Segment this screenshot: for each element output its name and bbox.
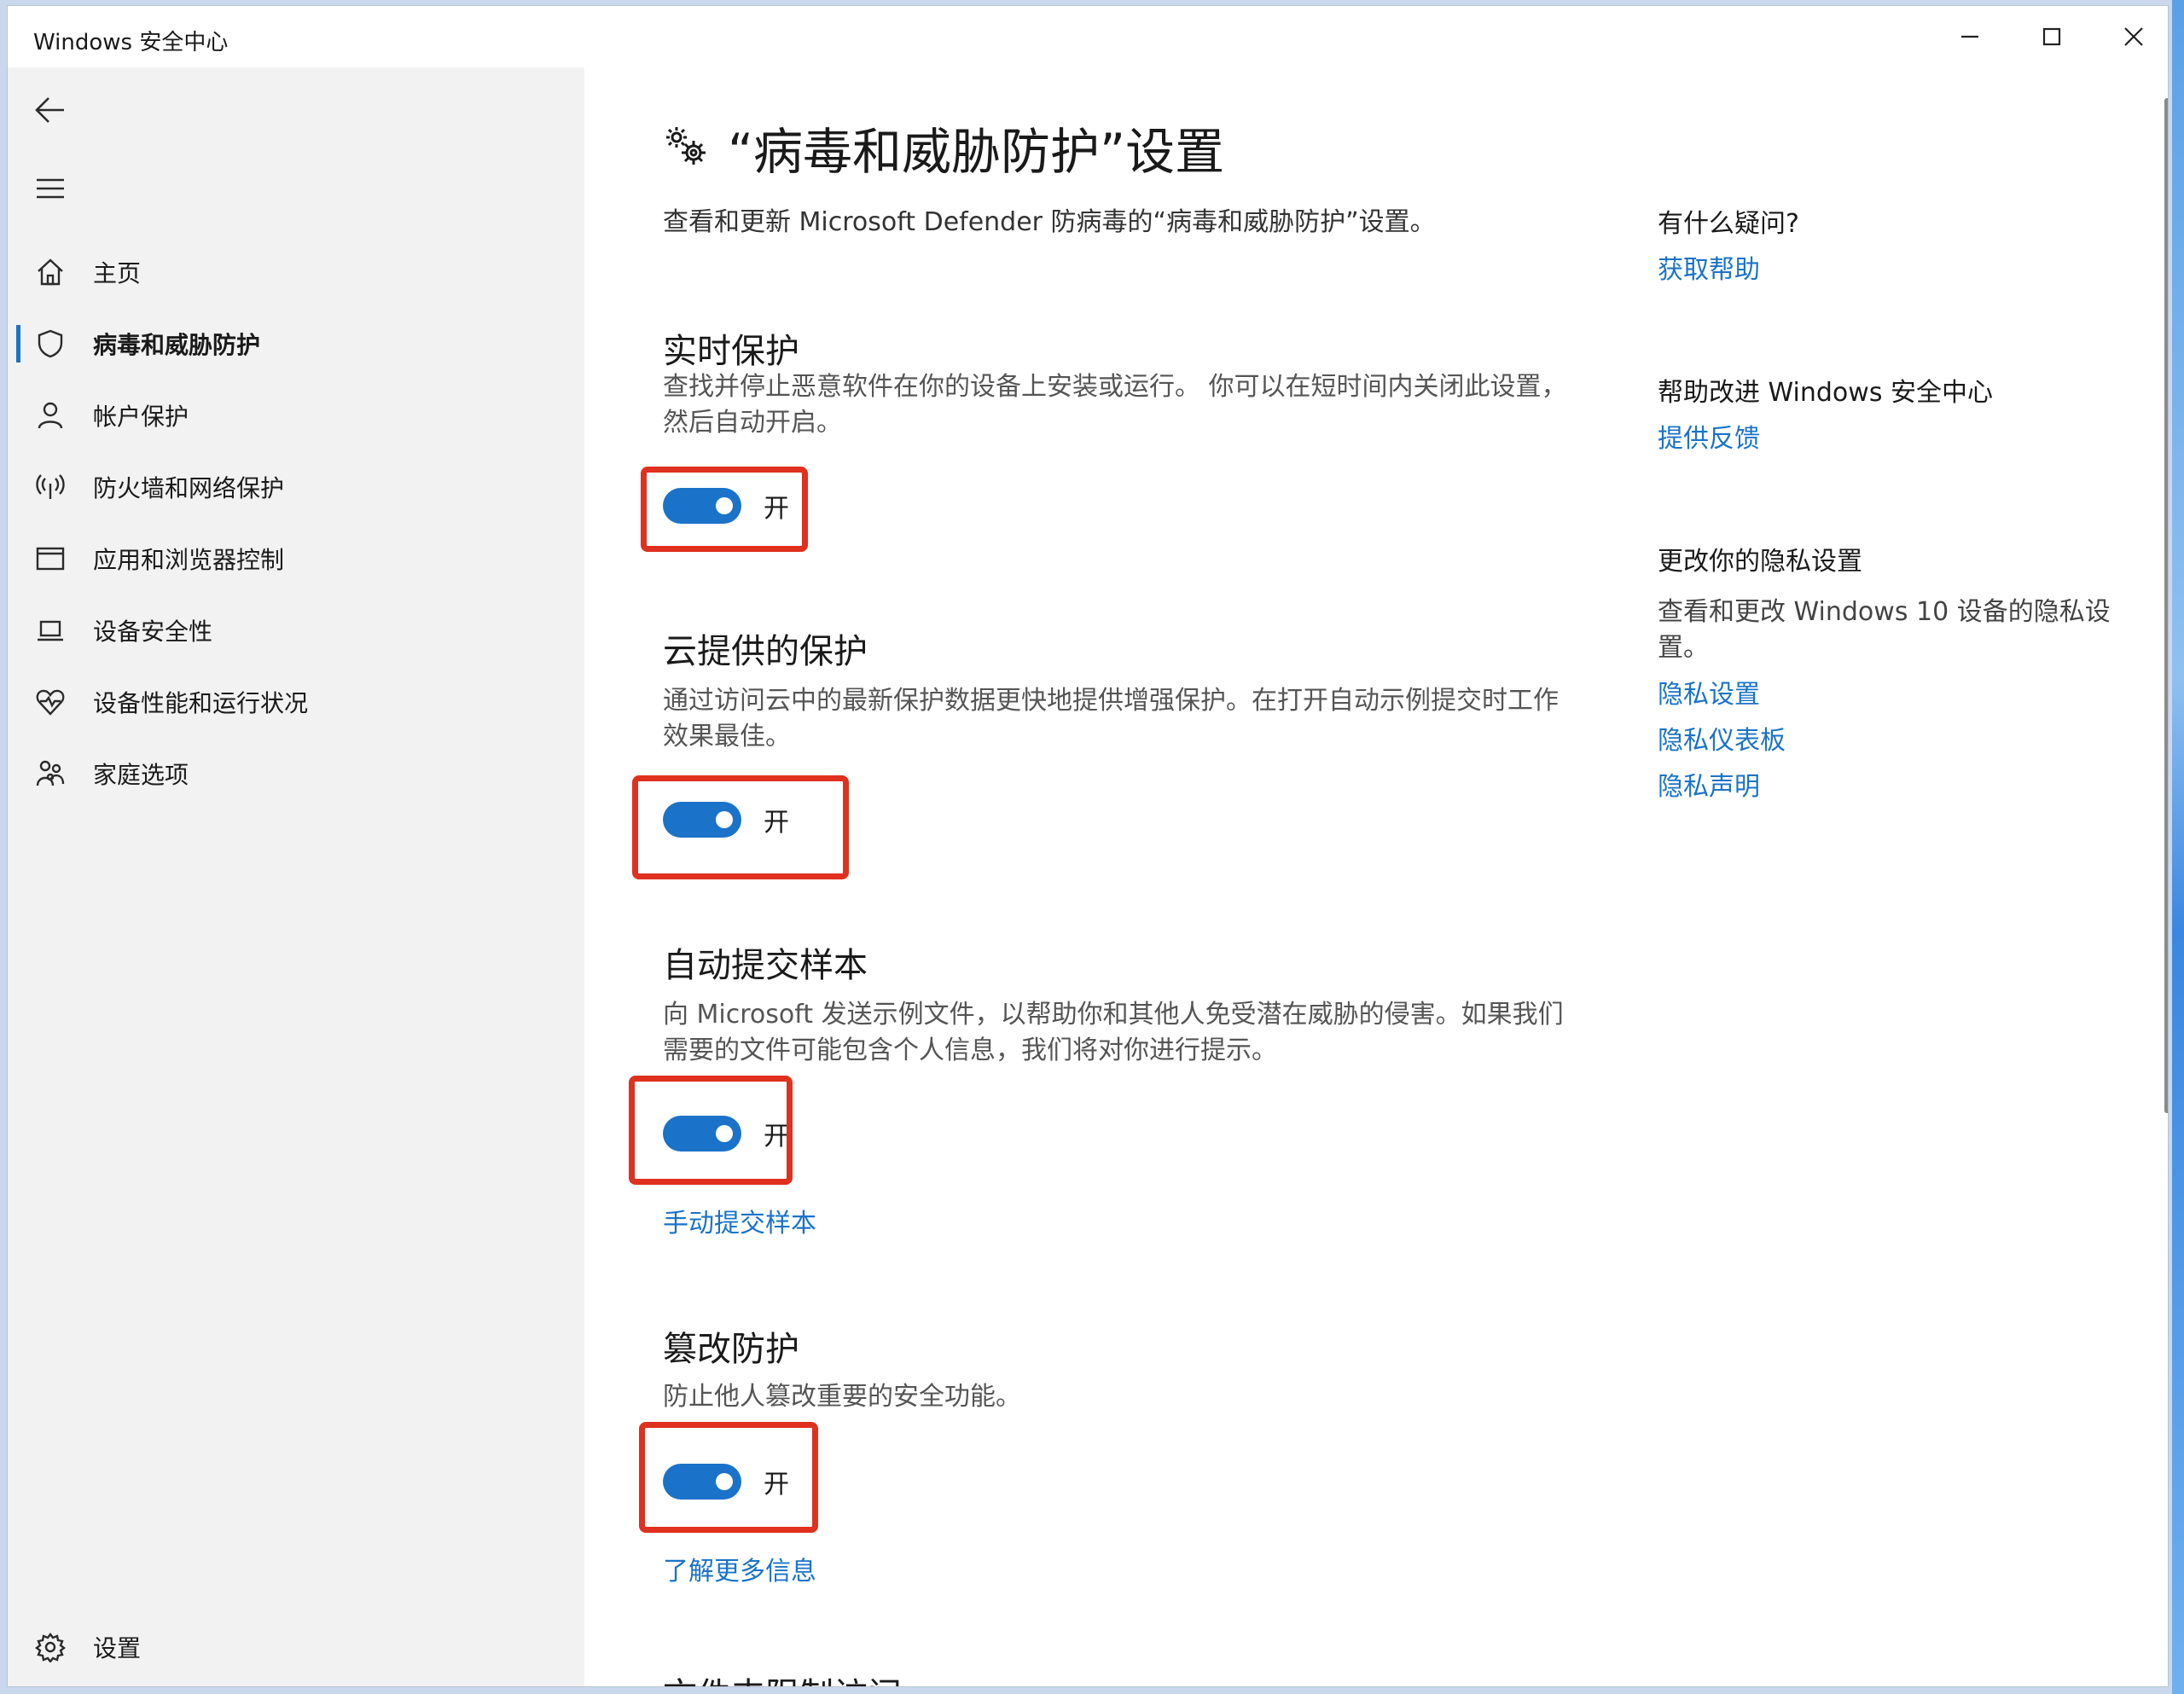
shield-icon — [38, 329, 63, 358]
browser-window-icon — [36, 547, 65, 571]
nav-item-virus-protection[interactable]: 病毒和威胁防护 — [8, 308, 584, 380]
settings-label: 设置 — [93, 1634, 142, 1662]
learn-more-link[interactable]: 了解更多信息 — [663, 1550, 816, 1587]
toggle-state-label: 开 — [764, 1122, 789, 1152]
nav-item-account-protection[interactable]: 帐户保护 — [8, 380, 584, 451]
main-content: “病毒和威胁防护”设置 查看和更新 Microsoft Defender 防病毒… — [584, 67, 2168, 1686]
feedback-link[interactable]: 提供反馈 — [1658, 417, 1760, 455]
auto-sample-toggle[interactable]: 开 — [663, 1115, 789, 1152]
page-title: “病毒和威胁防护”设置 — [728, 123, 1225, 181]
app-window: Windows 安全中心 主页 病毒和威胁防护 帐户保护 防火墙和网络保护 应用… — [7, 5, 2169, 1687]
heart-pulse-icon — [36, 689, 65, 716]
minimize-button[interactable] — [1929, 6, 2011, 67]
nav-item-label: 应用和浏览器控制 — [93, 546, 285, 574]
back-button[interactable] — [25, 84, 76, 136]
sidebar-item-settings[interactable]: 设置 — [8, 1613, 584, 1681]
section-desc-realtime: 查找并停止恶意软件在你的设备上安装或运行。 你可以在短时间内关闭此设置，然后自动… — [663, 372, 1567, 438]
help-heading: 有什么疑问? — [1658, 209, 1799, 239]
wifi-antenna-icon — [36, 474, 65, 499]
toggle-state-label: 开 — [764, 1470, 789, 1500]
sidebar: 主页 病毒和威胁防护 帐户保护 防火墙和网络保护 应用和浏览器控制 设备安全性 — [8, 67, 584, 1686]
section-desc-tamper: 防止他人篡改重要的安全功能。 — [663, 1382, 1021, 1412]
back-arrow-icon — [35, 97, 64, 123]
page-subtitle: 查看和更新 Microsoft Defender 防病毒的“病毒和威胁防护”设置… — [663, 207, 1436, 237]
title-bar: Windows 安全中心 — [8, 6, 2168, 67]
nav-item-label: 防火墙和网络保护 — [93, 474, 285, 502]
toggle-switch[interactable] — [663, 802, 741, 838]
toggle-switch[interactable] — [663, 488, 741, 524]
nav-item-label: 主页 — [93, 259, 142, 287]
nav-list: 主页 病毒和威胁防护 帐户保护 防火墙和网络保护 应用和浏览器控制 设备安全性 — [8, 236, 584, 809]
privacy-settings-link[interactable]: 隐私设置 — [1658, 673, 1760, 711]
laptop-icon — [38, 620, 63, 641]
family-icon — [36, 760, 65, 786]
home-icon — [38, 258, 63, 286]
gears-icon — [666, 127, 706, 165]
privacy-heading: 更改你的隐私设置 — [1658, 547, 1862, 577]
minimize-icon — [1961, 35, 1978, 38]
hamburger-icon — [37, 178, 64, 199]
privacy-text: 查看和更改 Windows 10 设备的隐私设置。 — [1658, 597, 2111, 663]
toggle-switch[interactable] — [663, 1464, 741, 1500]
nav-item-home[interactable]: 主页 — [8, 236, 584, 308]
nav-item-firewall[interactable]: 防火墙和网络保护 — [8, 451, 584, 523]
section-title-realtime: 实时保护 — [663, 332, 799, 371]
section-title-auto-sample: 自动提交样本 — [663, 946, 868, 985]
toggle-state-label: 开 — [764, 494, 789, 524]
nav-item-label: 病毒和威胁防护 — [93, 331, 261, 359]
tamper-protection-toggle[interactable]: 开 — [663, 1463, 789, 1500]
window-title: Windows 安全中心 — [33, 30, 229, 55]
menu-button[interactable] — [25, 163, 76, 214]
privacy-dashboard-link[interactable]: 隐私仪表板 — [1658, 719, 1786, 757]
nav-item-family[interactable]: 家庭选项 — [8, 738, 584, 809]
toggle-switch[interactable] — [663, 1116, 741, 1152]
close-icon — [2124, 27, 2143, 46]
person-icon — [38, 402, 63, 429]
nav-item-label: 设备性能和运行状况 — [93, 689, 309, 717]
maximize-button[interactable] — [2011, 6, 2093, 67]
nav-item-app-browser[interactable]: 应用和浏览器控制 — [8, 523, 584, 595]
realtime-protection-toggle[interactable]: 开 — [663, 487, 789, 525]
section-title-folder-access: 文件夹限制访问 — [663, 1668, 902, 1686]
section-title-tamper: 篡改防护 — [663, 1330, 799, 1369]
desktop-background — [2172, 0, 2184, 1694]
gear-icon — [35, 1633, 66, 1662]
maximize-icon — [2042, 27, 2061, 46]
nav-item-device-health[interactable]: 设备性能和运行状况 — [8, 666, 584, 738]
privacy-statement-link[interactable]: 隐私声明 — [1658, 765, 1760, 803]
nav-item-label: 帐户保护 — [93, 403, 189, 431]
scrollbar[interactable] — [2164, 98, 2168, 1113]
section-desc-auto-sample: 向 Microsoft 发送示例文件，以帮助你和其他人免受潜在威胁的侵害。如果我… — [663, 1000, 1564, 1065]
close-button[interactable] — [2093, 6, 2168, 67]
section-title-cloud: 云提供的保护 — [663, 632, 868, 671]
improve-heading: 帮助改进 Windows 安全中心 — [1658, 378, 1993, 408]
nav-item-label: 设备安全性 — [93, 618, 213, 646]
cloud-protection-toggle[interactable]: 开 — [663, 801, 789, 838]
nav-item-label: 家庭选项 — [93, 761, 189, 789]
manual-submit-link[interactable]: 手动提交样本 — [663, 1202, 816, 1239]
get-help-link[interactable]: 获取帮助 — [1658, 248, 1760, 286]
nav-item-device-security[interactable]: 设备安全性 — [8, 595, 584, 666]
section-desc-cloud: 通过访问云中的最新保护数据更快地提供增强保护。在打开自动示例提交时工作效果最佳。 — [663, 686, 1559, 751]
toggle-state-label: 开 — [764, 808, 789, 838]
page-header: “病毒和威胁防护”设置 — [663, 112, 1224, 183]
